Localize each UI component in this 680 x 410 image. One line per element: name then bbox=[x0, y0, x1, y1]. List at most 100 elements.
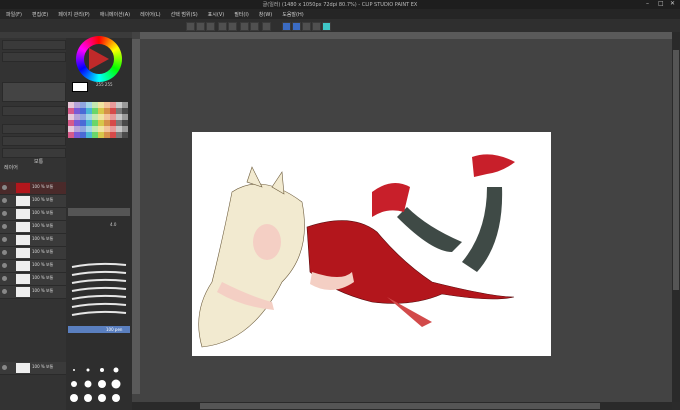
layer-thumbnail bbox=[16, 183, 30, 193]
menu-selection[interactable]: 선택 범위(S) bbox=[171, 11, 198, 18]
minimize-icon[interactable]: – bbox=[646, 0, 649, 7]
menu-page[interactable]: 페이지 관리(P) bbox=[58, 11, 90, 18]
transform-icon[interactable] bbox=[250, 22, 259, 31]
tool-property-row[interactable] bbox=[2, 148, 66, 158]
brush-stroke-preset[interactable] bbox=[68, 278, 130, 285]
menu-layer[interactable]: 레이어(L) bbox=[140, 11, 161, 18]
brush-preview bbox=[2, 82, 66, 102]
menu-animation[interactable]: 애니메이션(A) bbox=[100, 11, 130, 18]
layer-row[interactable]: 100 % 보통 bbox=[0, 208, 66, 221]
menu-help[interactable]: 도움말(H) bbox=[282, 11, 303, 18]
ruler-horizontal[interactable] bbox=[140, 32, 672, 39]
save-icon[interactable] bbox=[206, 22, 215, 31]
layer-thumbnail bbox=[16, 261, 30, 271]
window-title: 글(일러) (1480 x 1050px 72dpi 80.7%) - CLIP… bbox=[262, 2, 418, 8]
ruler-vertical[interactable] bbox=[132, 39, 140, 394]
brush-stroke-preset[interactable] bbox=[68, 310, 130, 317]
layer-row[interactable]: 100 % 보통 bbox=[0, 182, 66, 195]
brush-stroke-preset[interactable] bbox=[68, 286, 130, 293]
maximize-icon[interactable]: □ bbox=[658, 0, 664, 7]
menu-edit[interactable]: 편집(E) bbox=[32, 11, 48, 18]
left-dock: 레이어 보통 100 % 보통 100 % 보통 100 % 보통 100 % … bbox=[0, 32, 66, 410]
visibility-icon[interactable] bbox=[2, 224, 7, 229]
layer-thumbnail bbox=[16, 235, 30, 245]
visibility-icon[interactable] bbox=[2, 250, 7, 255]
layer-thumbnail bbox=[16, 363, 30, 373]
layer-row[interactable]: 100 % 보통 bbox=[0, 362, 66, 375]
brush-size-value: 4.0 bbox=[110, 222, 117, 227]
layer-thumbnail bbox=[16, 274, 30, 284]
undo-icon[interactable] bbox=[218, 22, 227, 31]
layer-name: 100 % 보통 bbox=[32, 262, 54, 267]
visibility-icon[interactable] bbox=[2, 198, 7, 203]
visibility-icon[interactable] bbox=[2, 185, 7, 190]
layer-thumbnail bbox=[16, 222, 30, 232]
brush-stroke-preset[interactable] bbox=[68, 302, 130, 309]
visibility-icon[interactable] bbox=[2, 211, 7, 216]
color-swatch[interactable] bbox=[122, 132, 128, 138]
menu-window[interactable]: 창(W) bbox=[259, 11, 272, 18]
open-icon[interactable] bbox=[196, 22, 205, 31]
visibility-icon[interactable] bbox=[2, 365, 7, 370]
visibility-icon[interactable] bbox=[2, 276, 7, 281]
brush-size-field[interactable] bbox=[68, 208, 130, 216]
menu-filter[interactable]: 필터(I) bbox=[234, 11, 249, 18]
layer-thumbnail bbox=[16, 287, 30, 297]
menu-file[interactable]: 파일(F) bbox=[6, 11, 22, 18]
layer-name: 100 % 보통 bbox=[32, 275, 54, 280]
color-value: 255 255 bbox=[96, 82, 113, 87]
layer-row[interactable]: 100 % 보통 bbox=[0, 247, 66, 260]
grid-snap-icon[interactable] bbox=[292, 22, 301, 31]
layer-row[interactable]: 100 % 보통 bbox=[0, 260, 66, 273]
special-ruler-icon[interactable] bbox=[302, 22, 311, 31]
layer-name: 100 % 보통 bbox=[32, 197, 54, 202]
brush-stroke-preset[interactable] bbox=[68, 294, 130, 301]
drawing-canvas[interactable] bbox=[192, 132, 551, 356]
brush-size-palette[interactable] bbox=[68, 364, 130, 404]
redo-icon[interactable] bbox=[228, 22, 237, 31]
brush-stroke-preset[interactable] bbox=[68, 262, 130, 269]
menu-bar: 파일(F) 편집(E) 페이지 관리(P) 애니메이션(A) 레이어(L) 선택… bbox=[0, 9, 680, 19]
title-bar: 글(일러) (1480 x 1050px 72dpi 80.7%) - CLIP… bbox=[0, 0, 680, 9]
color-picker-triangle[interactable] bbox=[89, 48, 109, 70]
artwork-illustration bbox=[198, 154, 515, 348]
layer-thumbnail bbox=[16, 248, 30, 258]
tool-property-row[interactable] bbox=[2, 106, 66, 116]
clear-icon[interactable] bbox=[240, 22, 249, 31]
layer-name: 100 % 보통 bbox=[32, 210, 54, 215]
layer-row[interactable]: 100 % 보통 bbox=[0, 234, 66, 247]
layer-thumbnail bbox=[16, 196, 30, 206]
brush-stroke-preset[interactable] bbox=[68, 270, 130, 277]
layer-name: 100 % 보통 bbox=[32, 288, 54, 293]
vertical-scroll-thumb[interactable] bbox=[673, 50, 679, 290]
ruler-snap-icon[interactable] bbox=[282, 22, 291, 31]
tool-property-row[interactable] bbox=[2, 124, 66, 134]
close-icon[interactable]: ✕ bbox=[670, 0, 675, 7]
colorset-icon[interactable] bbox=[322, 22, 331, 31]
snap-icon[interactable] bbox=[262, 22, 271, 31]
layer-name: 100 % 보통 bbox=[32, 223, 54, 228]
color-icon[interactable] bbox=[312, 22, 321, 31]
visibility-icon[interactable] bbox=[2, 237, 7, 242]
layer-name: 100 % 보통 bbox=[32, 236, 54, 241]
brush-preset-label: 100 pen bbox=[106, 327, 123, 332]
menu-view[interactable]: 표시(V) bbox=[208, 11, 225, 18]
layer-row[interactable]: 100 % 보통 bbox=[0, 286, 66, 299]
main-color-swatch[interactable] bbox=[72, 82, 88, 92]
horizontal-scroll-thumb[interactable] bbox=[200, 403, 600, 409]
visibility-icon[interactable] bbox=[2, 263, 7, 268]
blend-mode-select[interactable]: 보통 bbox=[34, 158, 43, 165]
layer-row[interactable]: 100 % 보통 bbox=[0, 221, 66, 234]
layer-panel-label: 레이어 bbox=[4, 165, 18, 171]
layer-name: 100 % 보통 bbox=[32, 184, 54, 189]
color-set-grid[interactable] bbox=[68, 102, 128, 142]
tool-property-row[interactable] bbox=[2, 40, 66, 50]
new-icon[interactable] bbox=[186, 22, 195, 31]
command-bar bbox=[0, 19, 680, 33]
tool-property-row[interactable] bbox=[2, 136, 66, 146]
layer-thumbnail bbox=[16, 209, 30, 219]
layer-row[interactable]: 100 % 보통 bbox=[0, 195, 66, 208]
layer-row[interactable]: 100 % 보통 bbox=[0, 273, 66, 286]
visibility-icon[interactable] bbox=[2, 289, 7, 294]
tool-property-row[interactable] bbox=[2, 52, 66, 62]
